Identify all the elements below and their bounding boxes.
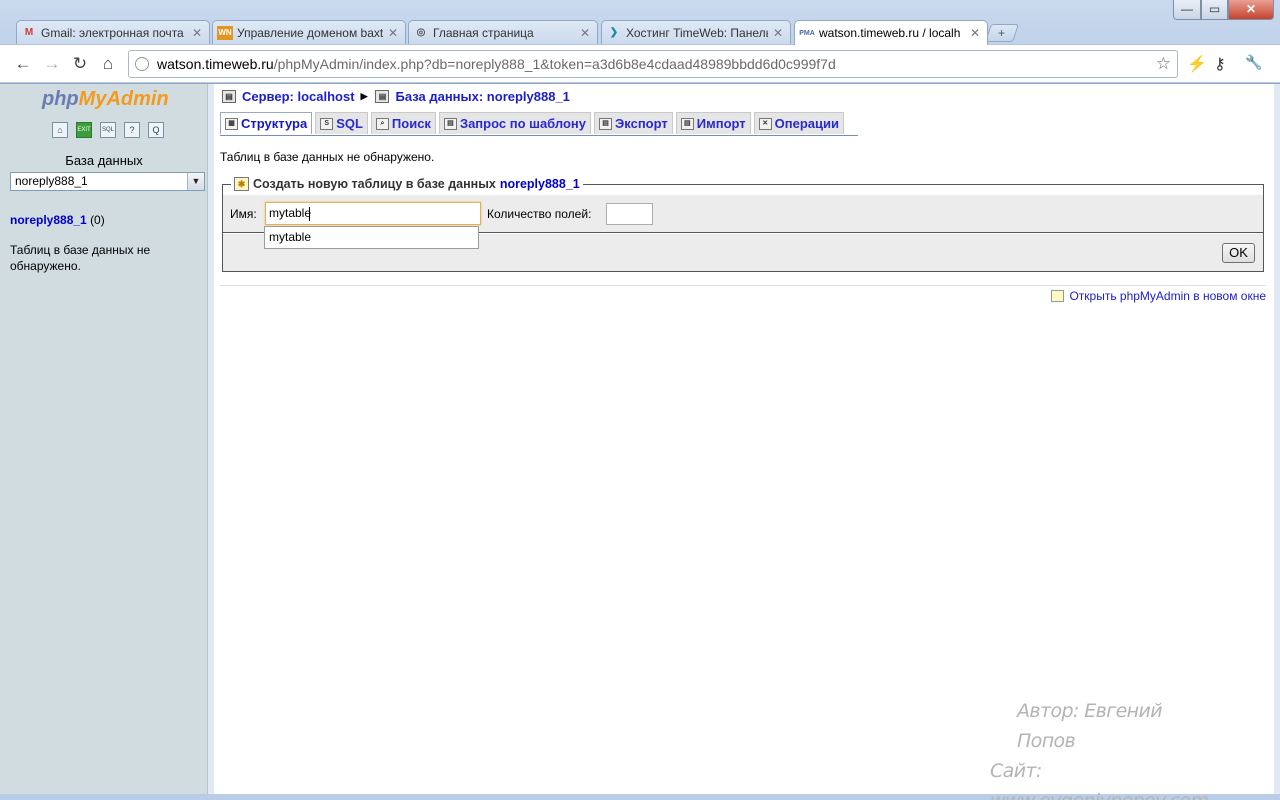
key-icon[interactable]: ⚷ bbox=[1214, 54, 1226, 74]
new-window-icon bbox=[1051, 290, 1065, 302]
watermark-url: www.evgeniypopov.com bbox=[990, 790, 1209, 800]
database-icon: ▤ bbox=[375, 90, 390, 103]
webnames-icon: WN bbox=[217, 25, 233, 40]
url-path: /phpMyAdmin/index.php?db=noreply888_1&to… bbox=[273, 56, 836, 72]
table-name-label: Имя: bbox=[230, 207, 257, 221]
phpmyadmin-logo[interactable]: phpMyAdmin bbox=[42, 88, 169, 111]
tab-search[interactable]: ⌕ Поиск bbox=[370, 112, 436, 134]
docs-icon[interactable]: Q bbox=[148, 122, 164, 138]
text-cursor bbox=[309, 206, 311, 221]
tab-sql[interactable]: S SQL bbox=[315, 112, 368, 134]
no-tables-message: Таблиц в базе данных не обнаружено. bbox=[220, 150, 435, 164]
database-label: База данных bbox=[65, 153, 143, 168]
author-watermark: Автор: Евгений Попов Сайт: www.evgeniypo… bbox=[990, 696, 1220, 800]
structure-icon: ▦ bbox=[225, 117, 238, 130]
breadcrumb-database[interactable]: База данных: noreply888_1 bbox=[395, 89, 569, 104]
browser-tab-gmail[interactable]: M Gmail: электронная почта ✕ bbox=[16, 20, 210, 44]
chevron-down-icon[interactable]: ▼ bbox=[187, 173, 204, 190]
window-close-button[interactable]: ✕ bbox=[1228, 0, 1274, 20]
forward-icon[interactable]: → bbox=[41, 53, 63, 75]
tab-operations[interactable]: ✕ Операции bbox=[753, 112, 844, 134]
close-icon[interactable]: ✕ bbox=[969, 26, 981, 40]
left-navigation-frame: phpMyAdmin ⌂ EXIT SQL ? Q База данных no… bbox=[0, 84, 208, 794]
tab-export[interactable]: ▤ Экспорт bbox=[594, 112, 673, 134]
tab-strip: M Gmail: электронная почта ✕ WN Управлен… bbox=[0, 0, 1280, 45]
main-content-frame: ▤ Сервер: localhost ▶ ▤ База данных: nor… bbox=[214, 84, 1274, 794]
browser-chrome: M Gmail: электронная почта ✕ WN Управлен… bbox=[0, 0, 1280, 84]
database-link[interactable]: noreply888_1 bbox=[10, 213, 87, 227]
maximize-button[interactable]: ▭ bbox=[1201, 0, 1228, 20]
database-entry: noreply888_1 (0) bbox=[10, 213, 105, 227]
browser-tab-pma[interactable]: PMA watson.timeweb.ru / localh ✕ bbox=[794, 20, 988, 45]
page-info-icon bbox=[135, 57, 149, 71]
close-icon[interactable]: ✕ bbox=[579, 26, 591, 40]
timeweb-icon: ❯ bbox=[609, 27, 619, 38]
tab-title: Главная страница bbox=[433, 25, 534, 40]
search-icon: ⌕ bbox=[375, 117, 389, 130]
create-table-db-link[interactable]: noreply888_1 bbox=[500, 177, 580, 191]
tab-title: Gmail: электронная почта bbox=[41, 25, 184, 40]
import-icon: ▤ bbox=[680, 117, 694, 130]
browser-tab-home[interactable]: ◎ Главная страница ✕ bbox=[408, 20, 598, 44]
divider bbox=[220, 285, 1266, 286]
browser-toolbar: ← → ↻ ⌂ watson.timeweb.ru/phpMyAdmin/ind… bbox=[0, 44, 1280, 82]
server-icon: ▤ bbox=[222, 90, 236, 103]
database-select[interactable]: noreply888_1 ▼ bbox=[10, 172, 205, 191]
breadcrumb-server[interactable]: Сервер: localhost bbox=[242, 89, 355, 104]
field-count-label: Количество полей: bbox=[487, 207, 592, 221]
sql-query-icon[interactable]: SQL bbox=[100, 122, 116, 138]
url-host: watson.timeweb.ru bbox=[157, 56, 274, 72]
minimize-button[interactable]: — bbox=[1173, 0, 1201, 20]
tab-title: Управление доменом baxt bbox=[237, 25, 383, 40]
watermark-author: Автор: Евгений Попов bbox=[1017, 700, 1163, 752]
home-icon[interactable]: ⌂ bbox=[52, 122, 68, 138]
back-icon[interactable]: ← bbox=[12, 53, 34, 75]
home-icon[interactable]: ⌂ bbox=[97, 53, 119, 75]
database-select-value: noreply888_1 bbox=[15, 174, 88, 188]
help-icon[interactable]: ? bbox=[124, 122, 140, 138]
exit-icon[interactable]: EXIT bbox=[76, 122, 92, 138]
export-icon: ▤ bbox=[599, 117, 613, 130]
browser-tab-domain[interactable]: WN Управление доменом baxt ✕ bbox=[212, 20, 406, 44]
autocomplete-suggestion[interactable]: mytable bbox=[264, 226, 479, 249]
table-count: (0) bbox=[90, 213, 105, 227]
query-icon: ▤ bbox=[443, 117, 457, 130]
breadcrumb-arrow-icon: ▶ bbox=[360, 91, 368, 101]
tab-title: Хостинг TimeWeb: Панель bbox=[626, 25, 768, 40]
reload-icon[interactable]: ↻ bbox=[69, 53, 91, 75]
no-tables-message: Таблиц в базе данных не обнаружено. bbox=[10, 243, 151, 273]
close-icon[interactable]: ✕ bbox=[772, 26, 784, 40]
new-tab-button[interactable]: + bbox=[985, 24, 1019, 42]
tab-import[interactable]: ▤ Импорт bbox=[675, 112, 751, 134]
browser-tab-timeweb[interactable]: ❯ Хостинг TimeWeb: Панель ✕ bbox=[601, 20, 791, 44]
create-table-legend: ✱ Создать новую таблицу в базе данных nor… bbox=[231, 177, 583, 191]
tab-structure[interactable]: ▦ Структура bbox=[220, 112, 313, 134]
sql-icon: S bbox=[320, 117, 334, 130]
close-icon[interactable]: ✕ bbox=[387, 26, 399, 40]
tools-icon: ✕ bbox=[758, 117, 772, 130]
open-new-window-link[interactable]: Открыть phpMyAdmin в новом окне bbox=[1051, 289, 1266, 303]
bookmark-star-icon[interactable]: ☆ bbox=[1156, 54, 1171, 74]
field-count-input[interactable] bbox=[606, 203, 653, 225]
new-table-icon: ✱ bbox=[234, 177, 249, 191]
address-bar[interactable]: watson.timeweb.ru/phpMyAdmin/index.php?d… bbox=[128, 50, 1178, 78]
close-icon[interactable]: ✕ bbox=[191, 26, 203, 40]
tab-title: watson.timeweb.ru / localh bbox=[819, 26, 961, 40]
left-icon-bar: ⌂ EXIT SQL ? Q bbox=[52, 122, 164, 138]
globe-icon: ◎ bbox=[416, 27, 426, 38]
pma-tab-bar: ▦ Структура S SQL ⌕ Поиск ▤ Запрос по шаблон… bbox=[220, 112, 858, 136]
gmail-icon: M bbox=[24, 27, 34, 38]
phpmyadmin-icon: PMA bbox=[799, 29, 815, 37]
lightning-icon[interactable]: ⚡ bbox=[1187, 54, 1207, 74]
breadcrumb: ▤ Сервер: localhost ▶ ▤ База данных: nor… bbox=[222, 89, 570, 104]
tab-query-builder[interactable]: ▤ Запрос по шаблону bbox=[438, 112, 592, 134]
ok-button[interactable]: OK bbox=[1222, 243, 1255, 263]
wrench-icon[interactable]: 🔧 bbox=[1245, 54, 1262, 71]
table-name-input[interactable]: mytable bbox=[265, 202, 481, 225]
